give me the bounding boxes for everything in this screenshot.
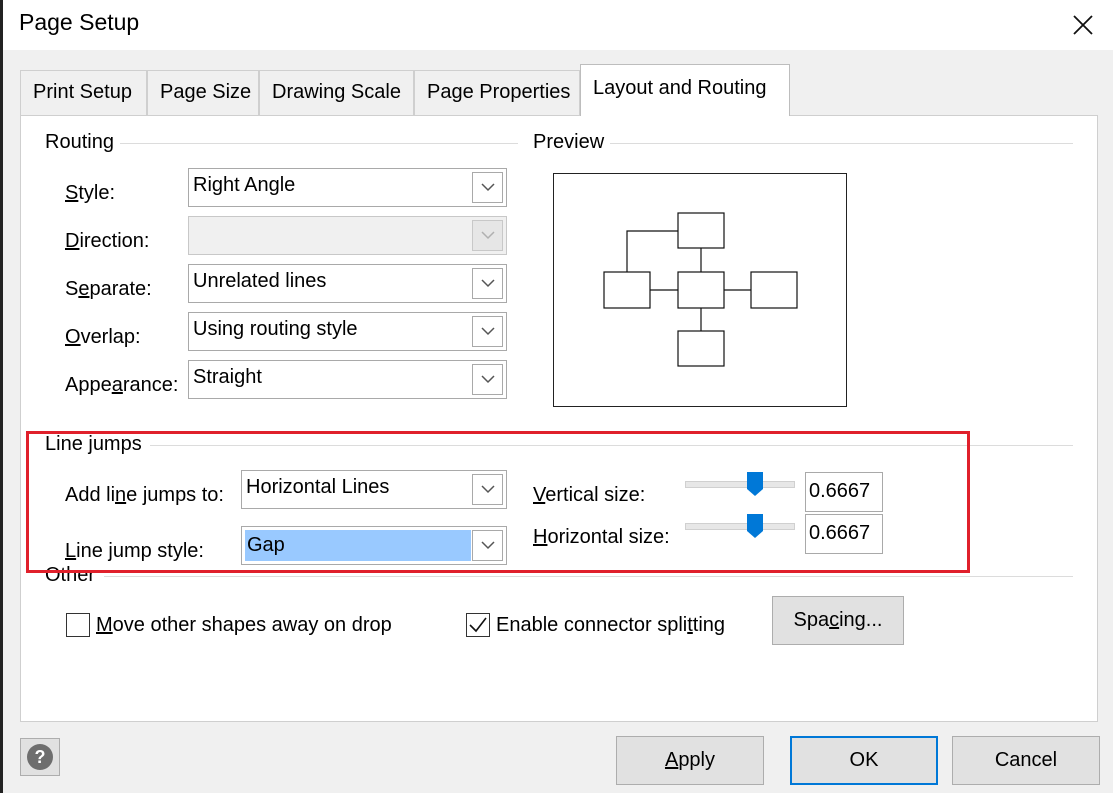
appearance-label: Appearance:: [65, 374, 179, 396]
svg-text:?: ?: [35, 747, 46, 767]
overlap-dropdown[interactable]: Using routing style: [188, 312, 507, 351]
tab-print-setup[interactable]: Print Setup: [20, 70, 147, 115]
chevron-down-icon: [480, 279, 495, 288]
spacing-button[interactable]: Spacing...: [772, 596, 904, 645]
help-icon: ?: [27, 744, 53, 770]
move-shapes-checkbox[interactable]: [66, 613, 90, 637]
dropdown-button[interactable]: [472, 268, 503, 299]
dropdown-button[interactable]: [472, 172, 503, 203]
tab-label: Page Size: [160, 81, 252, 103]
apply-button[interactable]: Apply: [616, 736, 764, 785]
tab-layout-and-routing[interactable]: Layout and Routing: [580, 64, 790, 116]
style-value: Right Angle: [193, 174, 296, 196]
title-bar: Page Setup: [3, 0, 1113, 50]
style-dropdown[interactable]: Right Angle: [188, 168, 507, 207]
line-jump-style-dropdown[interactable]: Gap: [241, 526, 507, 565]
close-button[interactable]: [1061, 5, 1105, 45]
chevron-down-icon: [480, 541, 495, 550]
connector-splitting-checkbox[interactable]: [466, 613, 490, 637]
chevron-down-icon: [480, 375, 495, 384]
dropdown-button[interactable]: [472, 474, 503, 505]
dialog-title: Page Setup: [19, 9, 140, 35]
close-icon: [1073, 15, 1093, 35]
overlap-label: Overlap:: [65, 326, 141, 348]
tab-drawing-scale[interactable]: Drawing Scale: [259, 70, 414, 115]
line-jump-style-value: Gap: [245, 530, 471, 561]
dropdown-button: [472, 220, 503, 251]
section-divider: [104, 576, 1073, 577]
add-line-jumps-dropdown[interactable]: Horizontal Lines: [241, 470, 507, 509]
preview-diagram: [603, 212, 798, 367]
ok-button[interactable]: OK: [790, 736, 938, 785]
section-divider: [120, 143, 518, 144]
tab-page-size[interactable]: Page Size: [147, 70, 259, 115]
add-line-jumps-value: Horizontal Lines: [246, 476, 390, 498]
line-jumps-section-label: Line jumps: [42, 433, 145, 456]
appearance-value: Straight: [193, 366, 262, 388]
help-button[interactable]: ?: [20, 738, 60, 776]
horizontal-size-value: 0.6667: [809, 522, 871, 544]
vertical-size-label: Vertical size:: [533, 484, 646, 506]
tab-label: Page Properties: [427, 81, 571, 103]
separate-dropdown[interactable]: Unrelated lines: [188, 264, 507, 303]
other-section-label: Other: [42, 564, 99, 587]
direction-dropdown[interactable]: [188, 216, 507, 255]
tab-label: Drawing Scale: [272, 81, 401, 103]
move-shapes-label[interactable]: Move other shapes away on drop: [96, 614, 392, 637]
tab-label: Layout and Routing: [593, 77, 767, 99]
chevron-down-icon: [480, 485, 495, 494]
chevron-down-icon: [480, 327, 495, 336]
overlap-value: Using routing style: [193, 318, 358, 340]
add-line-jumps-label: Add line jumps to:: [65, 484, 224, 506]
tab-page-properties[interactable]: Page Properties: [414, 70, 580, 115]
routing-preview: [553, 173, 847, 407]
style-label: Style:: [65, 182, 116, 204]
checkmark-icon: [469, 617, 487, 633]
dropdown-button[interactable]: [472, 364, 503, 395]
separate-label: Separate:: [65, 278, 152, 300]
vertical-size-slider[interactable]: [685, 481, 795, 488]
preview-section-label: Preview: [530, 131, 608, 154]
tab-label: Print Setup: [33, 81, 132, 103]
section-divider: [610, 143, 1073, 144]
separate-value: Unrelated lines: [193, 270, 327, 292]
connector-splitting-label[interactable]: Enable connector splitting: [496, 614, 725, 637]
cancel-button[interactable]: Cancel: [952, 736, 1100, 785]
direction-label: Direction:: [65, 230, 150, 252]
slider-thumb[interactable]: [747, 472, 764, 496]
vertical-size-input[interactable]: 0.6667: [805, 472, 883, 512]
horizontal-size-input[interactable]: 0.6667: [805, 514, 883, 554]
vertical-size-value: 0.6667: [809, 480, 871, 502]
slider-thumb[interactable]: [747, 514, 764, 538]
section-divider: [150, 445, 1073, 446]
chevron-down-icon: [480, 183, 495, 192]
dropdown-button[interactable]: [472, 530, 503, 561]
routing-section-label: Routing: [42, 131, 117, 154]
chevron-down-icon: [480, 231, 495, 240]
horizontal-size-slider[interactable]: [685, 523, 795, 530]
dropdown-button[interactable]: [472, 316, 503, 347]
line-jump-style-label: Line jump style:: [65, 540, 204, 562]
horizontal-size-label: Horizontal size:: [533, 526, 670, 548]
appearance-dropdown[interactable]: Straight: [188, 360, 507, 399]
